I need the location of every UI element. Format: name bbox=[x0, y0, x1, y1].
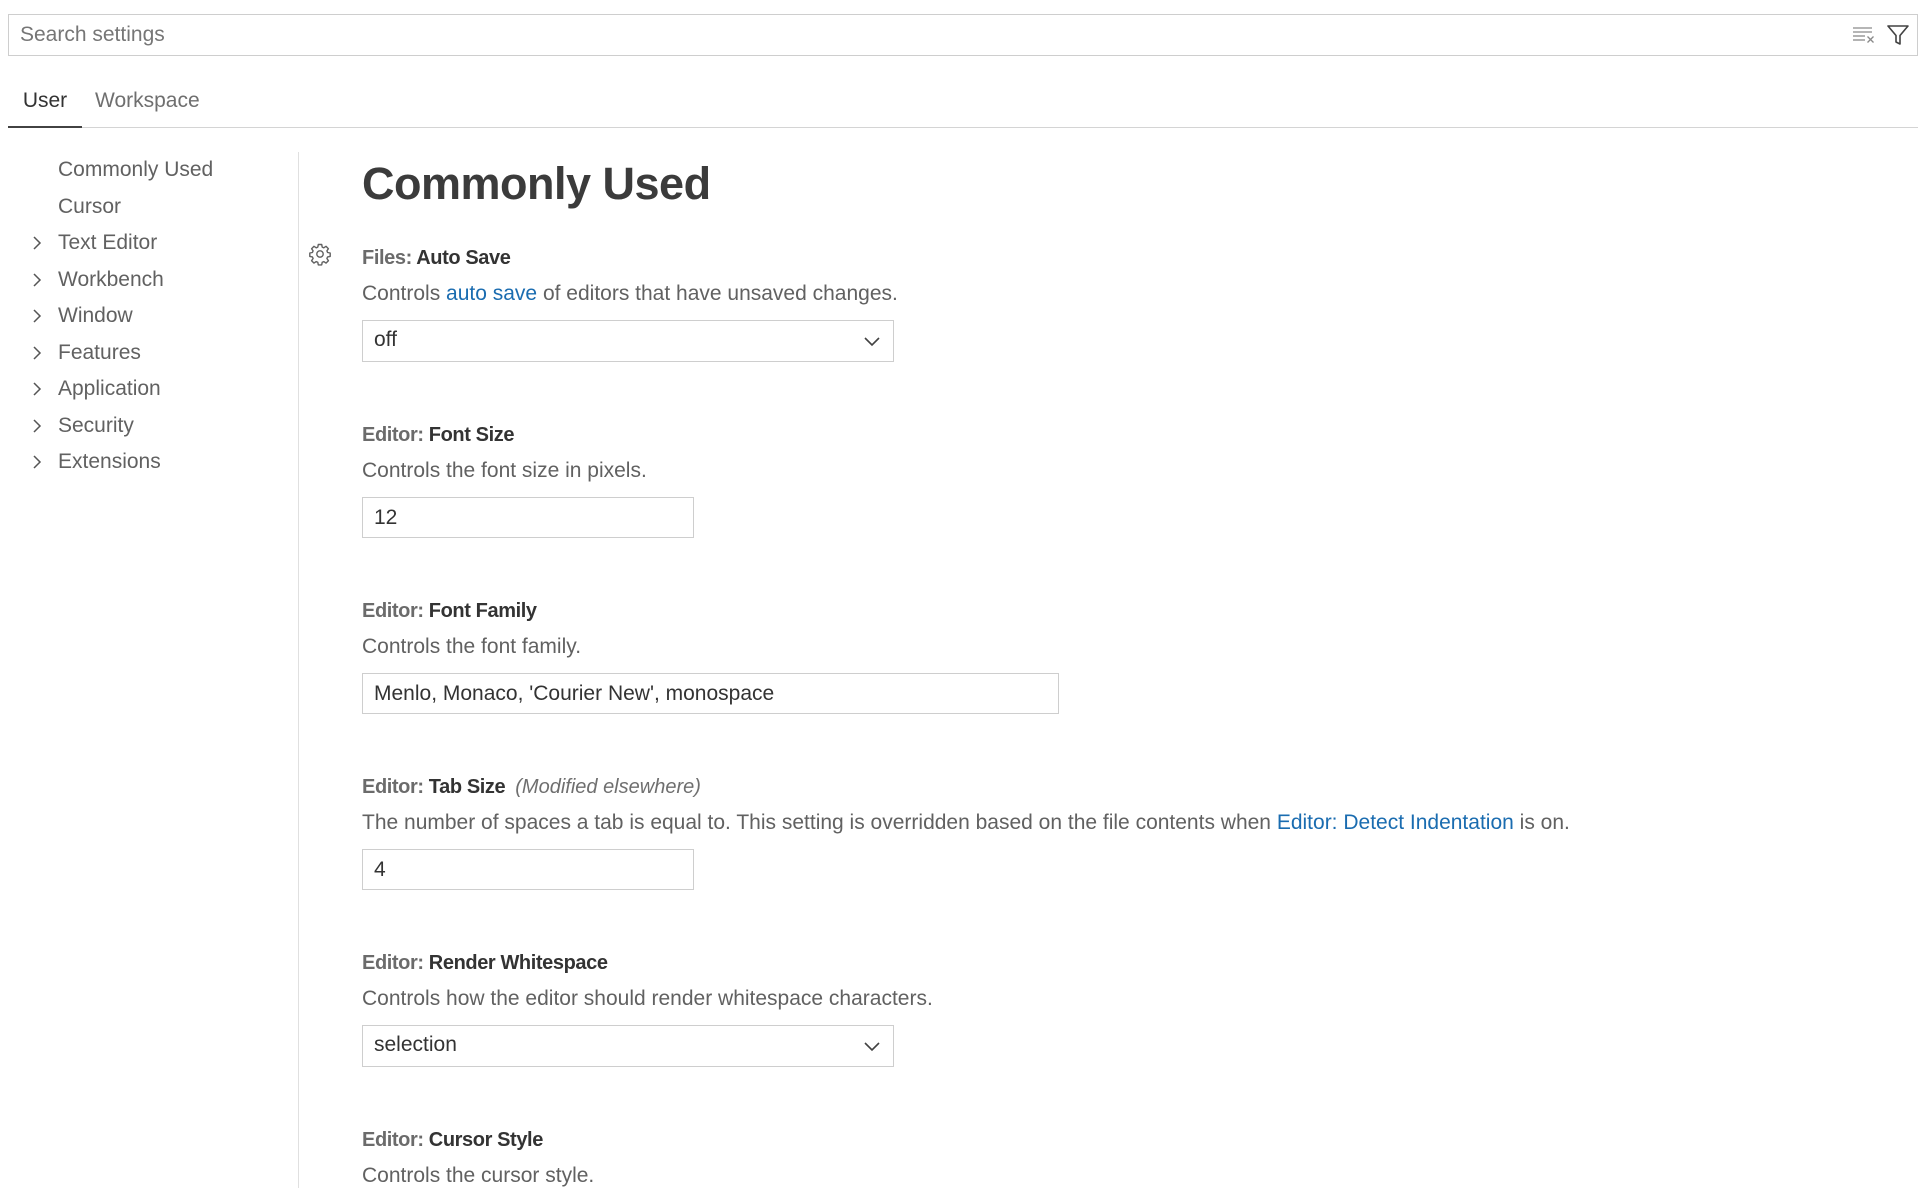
settings-content: Commonly Used Files: Auto Save Controls … bbox=[362, 150, 1902, 1187]
chevron-right-icon bbox=[31, 408, 47, 444]
toc-item-label: Cursor bbox=[58, 194, 122, 218]
setting-description: The number of spaces a tab is equal to. … bbox=[362, 810, 1570, 836]
search-input[interactable] bbox=[9, 15, 1829, 55]
select-value: selection bbox=[374, 1033, 457, 1056]
toc-item-cursor[interactable]: Cursor bbox=[0, 189, 296, 226]
modified-elsewhere-indicator[interactable]: (Modified elsewhere) bbox=[515, 776, 701, 798]
setting-description: Controls the cursor style. bbox=[362, 1164, 595, 1187]
setting-key: Font Size bbox=[428, 424, 515, 446]
toc-item-application[interactable]: Application bbox=[0, 371, 296, 408]
detect-indentation-link[interactable]: Editor: Detect Indentation bbox=[1277, 811, 1514, 834]
chevron-right-icon bbox=[31, 444, 47, 480]
font-family-input[interactable] bbox=[362, 673, 1059, 714]
chevron-right-icon bbox=[31, 335, 47, 371]
chevron-right-icon bbox=[31, 262, 47, 298]
search-bar bbox=[8, 14, 1918, 56]
toc-item-commonly-used[interactable]: Commonly Used bbox=[0, 152, 296, 189]
gear-icon[interactable] bbox=[308, 242, 332, 266]
toc-item-security[interactable]: Security bbox=[0, 408, 296, 445]
chevron-down-icon bbox=[864, 1042, 880, 1052]
toc-item-window[interactable]: Window bbox=[0, 298, 296, 335]
toc-item-extensions[interactable]: Extensions bbox=[0, 444, 296, 481]
setting-category: Editor: bbox=[362, 952, 429, 974]
toc-divider bbox=[298, 152, 299, 1188]
setting-editor-render-whitespace: Editor: Render Whitespace Controls how t… bbox=[362, 950, 933, 1067]
toc-item-label: Window bbox=[58, 304, 133, 327]
setting-title: Editor: Font Size bbox=[362, 422, 694, 448]
setting-editor-font-size: Editor: Font Size Controls the font size… bbox=[362, 422, 694, 538]
filter-icon[interactable] bbox=[1885, 22, 1911, 48]
setting-title: Editor: Font Family bbox=[362, 598, 1059, 624]
setting-editor-cursor-style: Editor: Cursor Style Controls the cursor… bbox=[362, 1127, 594, 1189]
clear-filter-icon[interactable] bbox=[1851, 22, 1877, 48]
tab-size-input[interactable] bbox=[362, 849, 694, 890]
setting-editor-font-family: Editor: Font Family Controls the font fa… bbox=[362, 598, 1059, 714]
toc-item-label: Workbench bbox=[58, 267, 164, 291]
setting-key: Auto Save bbox=[416, 247, 511, 269]
tab-workspace[interactable]: Workspace bbox=[95, 80, 200, 128]
chevron-right-icon bbox=[31, 371, 47, 407]
toc-item-label: Application bbox=[58, 377, 161, 400]
setting-editor-tab-size: Editor: Tab Size (Modified elsewhere) The… bbox=[362, 774, 1570, 890]
toc-item-text-editor[interactable]: Text Editor bbox=[0, 225, 296, 262]
setting-key: Font Family bbox=[428, 600, 537, 622]
desc-text: Controls bbox=[362, 282, 447, 305]
setting-description: Controls the font family. bbox=[362, 635, 582, 658]
chevron-down-icon bbox=[864, 337, 880, 347]
auto-save-select[interactable]: off bbox=[362, 320, 894, 362]
setting-title: Editor: Tab Size (Modified elsewhere) bbox=[362, 774, 1570, 800]
auto-save-link[interactable]: auto save bbox=[446, 282, 537, 305]
setting-category: Editor: bbox=[362, 424, 429, 446]
setting-category: Editor: bbox=[362, 600, 429, 622]
setting-title: Editor: Cursor Style bbox=[362, 1127, 594, 1153]
tab-user[interactable]: User bbox=[8, 80, 82, 128]
setting-category: Editor: bbox=[362, 1129, 429, 1151]
chevron-right-icon bbox=[31, 298, 47, 334]
setting-title: Files: Auto Save bbox=[362, 245, 898, 271]
search-actions bbox=[1851, 21, 1911, 49]
desc-text: is on. bbox=[1513, 811, 1570, 834]
toc-item-label: Extensions bbox=[58, 450, 161, 473]
setting-category: Files: bbox=[362, 247, 417, 269]
font-size-input[interactable] bbox=[362, 497, 694, 538]
desc-text: The number of spaces a tab is equal to. … bbox=[362, 811, 1277, 834]
select-value: off bbox=[374, 328, 397, 351]
setting-files-auto-save: Files: Auto Save Controls auto save of e… bbox=[362, 245, 898, 362]
toc-item-label: Features bbox=[58, 340, 141, 364]
render-whitespace-select[interactable]: selection bbox=[362, 1025, 894, 1067]
desc-text: of editors that have unsaved changes. bbox=[537, 282, 898, 305]
setting-description: Controls the font size in pixels. bbox=[362, 459, 647, 482]
setting-description: Controls auto save of editors that have … bbox=[362, 281, 898, 307]
toc-item-label: Text Editor bbox=[58, 231, 158, 254]
setting-title: Editor: Render Whitespace bbox=[362, 950, 933, 976]
settings-toc: Commonly Used Cursor Text Editor Workben… bbox=[0, 152, 296, 481]
section-title: Commonly Used bbox=[362, 158, 711, 209]
toc-item-features[interactable]: Features bbox=[0, 335, 296, 372]
setting-key: Tab Size bbox=[428, 776, 506, 798]
setting-category: Editor: bbox=[362, 776, 429, 798]
chevron-right-icon bbox=[31, 225, 47, 261]
toc-item-label: Commonly Used bbox=[58, 158, 214, 181]
settings-tabs: User Workspace bbox=[8, 80, 1918, 128]
setting-description: Controls how the editor should render wh… bbox=[362, 987, 933, 1010]
setting-key: Cursor Style bbox=[428, 1129, 544, 1151]
toc-item-workbench[interactable]: Workbench bbox=[0, 262, 296, 299]
setting-key: Render Whitespace bbox=[428, 952, 608, 974]
toc-item-label: Security bbox=[58, 413, 134, 437]
